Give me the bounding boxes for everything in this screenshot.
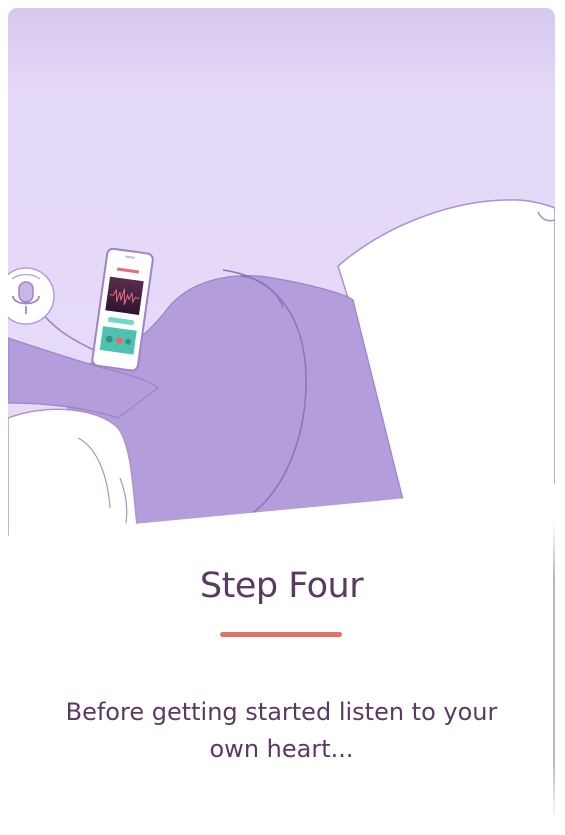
step-illustration (8, 8, 555, 548)
card-edge-shadow (553, 520, 555, 820)
step-description: Before getting started listen to your ow… (65, 698, 498, 763)
onboarding-card: Step Four Before getting started listen … (8, 8, 555, 835)
title-divider (220, 632, 342, 637)
step-title: Step Four (199, 566, 364, 606)
